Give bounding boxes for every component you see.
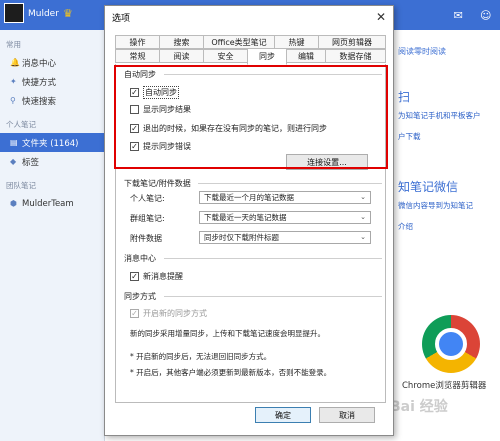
sidebar-item-label: 消息中心 <box>22 58 57 69</box>
watermark: Bai 经验 <box>390 399 448 415</box>
sidebar-item-shortcuts[interactable]: ✦ 快捷方式 <box>0 72 104 91</box>
account-icon[interactable]: ☺ <box>480 9 491 22</box>
sidebar-section-common: 常用 <box>6 40 21 49</box>
tab-general[interactable]: 常规 <box>115 49 160 63</box>
chevron-down-icon: ⌄ <box>360 233 366 241</box>
personal-notes-select[interactable]: 下载最近一个月的笔记数据 ⌄ <box>199 191 371 204</box>
sidebar-item-label: 文件夹 (1164) <box>22 138 79 149</box>
bell-icon: 🔔 <box>10 58 20 67</box>
sidebar-item-tags[interactable]: ◆ 标签 <box>0 152 104 171</box>
new-message-alert-checkbox[interactable]: ✓ 新消息提醒 <box>130 271 183 282</box>
sidebar-item-quick-search[interactable]: ⚲ 快速搜索 <box>0 91 104 110</box>
vip-crown-icon: ♛ <box>63 7 73 20</box>
sidebar-item-label: 快捷方式 <box>22 77 57 88</box>
checkbox-box: ✓ <box>130 308 139 318</box>
download-group-title: 下载笔记/附件数据 <box>124 178 194 189</box>
tab-security[interactable]: 安全 <box>203 49 248 63</box>
sidebar-item-label: 标签 <box>22 157 40 168</box>
group-divider <box>164 296 382 297</box>
checkbox-label: 开启新的同步方式 <box>143 309 207 318</box>
annotation-highlight-box <box>114 65 388 169</box>
sidebar: 常用 🔔 消息中心 ✦ 快捷方式 ⚲ 快速搜索 个人笔记 ▤ 文件夹 (1164) ◆ 标… <box>0 30 105 441</box>
sidebar-section-team: 团队笔记 <box>6 181 36 190</box>
tab-data-storage[interactable]: 数据存储 <box>325 49 386 63</box>
personal-notes-label: 个人笔记: <box>130 194 165 203</box>
wechat-desc: 微信内容导到为知笔记 <box>398 201 473 210</box>
username[interactable]: Mulder <box>28 9 59 19</box>
tab-reading[interactable]: 阅读 <box>159 49 204 63</box>
group-divider <box>198 183 382 184</box>
sidebar-item-folders[interactable]: ▤ 文件夹 (1164) <box>0 133 104 152</box>
close-icon[interactable]: ✕ <box>376 10 386 24</box>
search-icon: ⚲ <box>10 96 16 105</box>
tab-actions[interactable]: 操作 <box>115 35 160 49</box>
sync-mode-description: 新的同步采用增量同步，上传和下载笔记速度会明显提升。 <box>130 329 325 338</box>
ok-button[interactable]: 确定 <box>255 407 311 423</box>
attachments-select[interactable]: 同步时仅下载附件标题 ⌄ <box>199 231 371 244</box>
tab-editing[interactable]: 编辑 <box>286 49 326 63</box>
folder-icon: ▤ <box>10 138 18 147</box>
pin-icon: ✦ <box>10 77 17 86</box>
reading-link[interactable]: 阅读零时阅读 <box>398 46 446 57</box>
wechat-title: 知笔记微信 <box>398 180 459 194</box>
sidebar-section-personal: 个人笔记 <box>6 120 36 129</box>
select-value: 同步时仅下载附件标题 <box>204 233 279 242</box>
avatar[interactable] <box>4 3 24 23</box>
new-sync-mode-checkbox: ✓ 开启新的同步方式 <box>130 308 207 319</box>
tab-search[interactable]: 搜索 <box>159 35 204 49</box>
attachments-label: 附件数据 <box>130 234 162 243</box>
group-notes-select[interactable]: 下载最近一天的笔记数据 ⌄ <box>199 211 371 224</box>
sync-mode-note-1: * 开启新的同步后，无法退回旧同步方式。 <box>130 352 272 361</box>
team-icon: ⬢ <box>10 199 17 208</box>
message-center-group-title: 消息中心 <box>124 253 159 264</box>
scan-desc: 为知笔记手机和平板客户 <box>398 111 481 120</box>
sidebar-item-messages[interactable]: 🔔 消息中心 <box>0 53 104 72</box>
dialog-title: 选项 <box>112 13 131 24</box>
sync-mode-note-2: * 开启后，其他客户端必须更新到最新版本，否则不能登录。 <box>130 368 332 377</box>
select-value: 下载最近一天的笔记数据 <box>204 213 287 222</box>
sync-mode-group-title: 同步方式 <box>124 291 159 302</box>
download-link[interactable]: 户下载 <box>398 131 421 142</box>
checkbox-label: 新消息提醒 <box>143 272 183 281</box>
chevron-down-icon: ⌄ <box>360 213 366 221</box>
wechat-more-link[interactable]: 介绍 <box>398 221 413 232</box>
header-actions: ✉ ☺ <box>445 0 500 30</box>
tab-web-clipper[interactable]: 网页剪辑器 <box>318 35 386 49</box>
scan-title: 扫 <box>398 90 411 104</box>
tab-office-notes[interactable]: Office类型笔记 <box>203 35 275 49</box>
mail-icon[interactable]: ✉ <box>454 9 463 22</box>
checkbox-box: ✓ <box>130 271 139 281</box>
chrome-icon[interactable] <box>422 315 480 373</box>
sidebar-item-team[interactable]: ⬢ MulderTeam <box>0 194 104 213</box>
chevron-down-icon: ⌄ <box>360 193 366 201</box>
group-notes-label: 群组笔记: <box>130 214 165 223</box>
group-divider <box>164 258 382 259</box>
cancel-button[interactable]: 取消 <box>319 407 375 423</box>
chrome-clipper-label[interactable]: Chrome浏览器剪辑器 <box>402 379 486 391</box>
tag-icon: ◆ <box>10 157 17 166</box>
select-value: 下载最近一个月的笔记数据 <box>204 193 294 202</box>
tab-bar: 操作 搜索 Office类型笔记 热键 网页剪辑器 常规 阅读 安全 同步 编辑… <box>115 35 386 65</box>
tab-sync[interactable]: 同步 <box>247 48 287 65</box>
sidebar-item-label: 快速搜索 <box>22 96 57 107</box>
tab-hotkeys[interactable]: 热键 <box>274 35 319 49</box>
sidebar-item-label: MulderTeam <box>22 198 74 209</box>
